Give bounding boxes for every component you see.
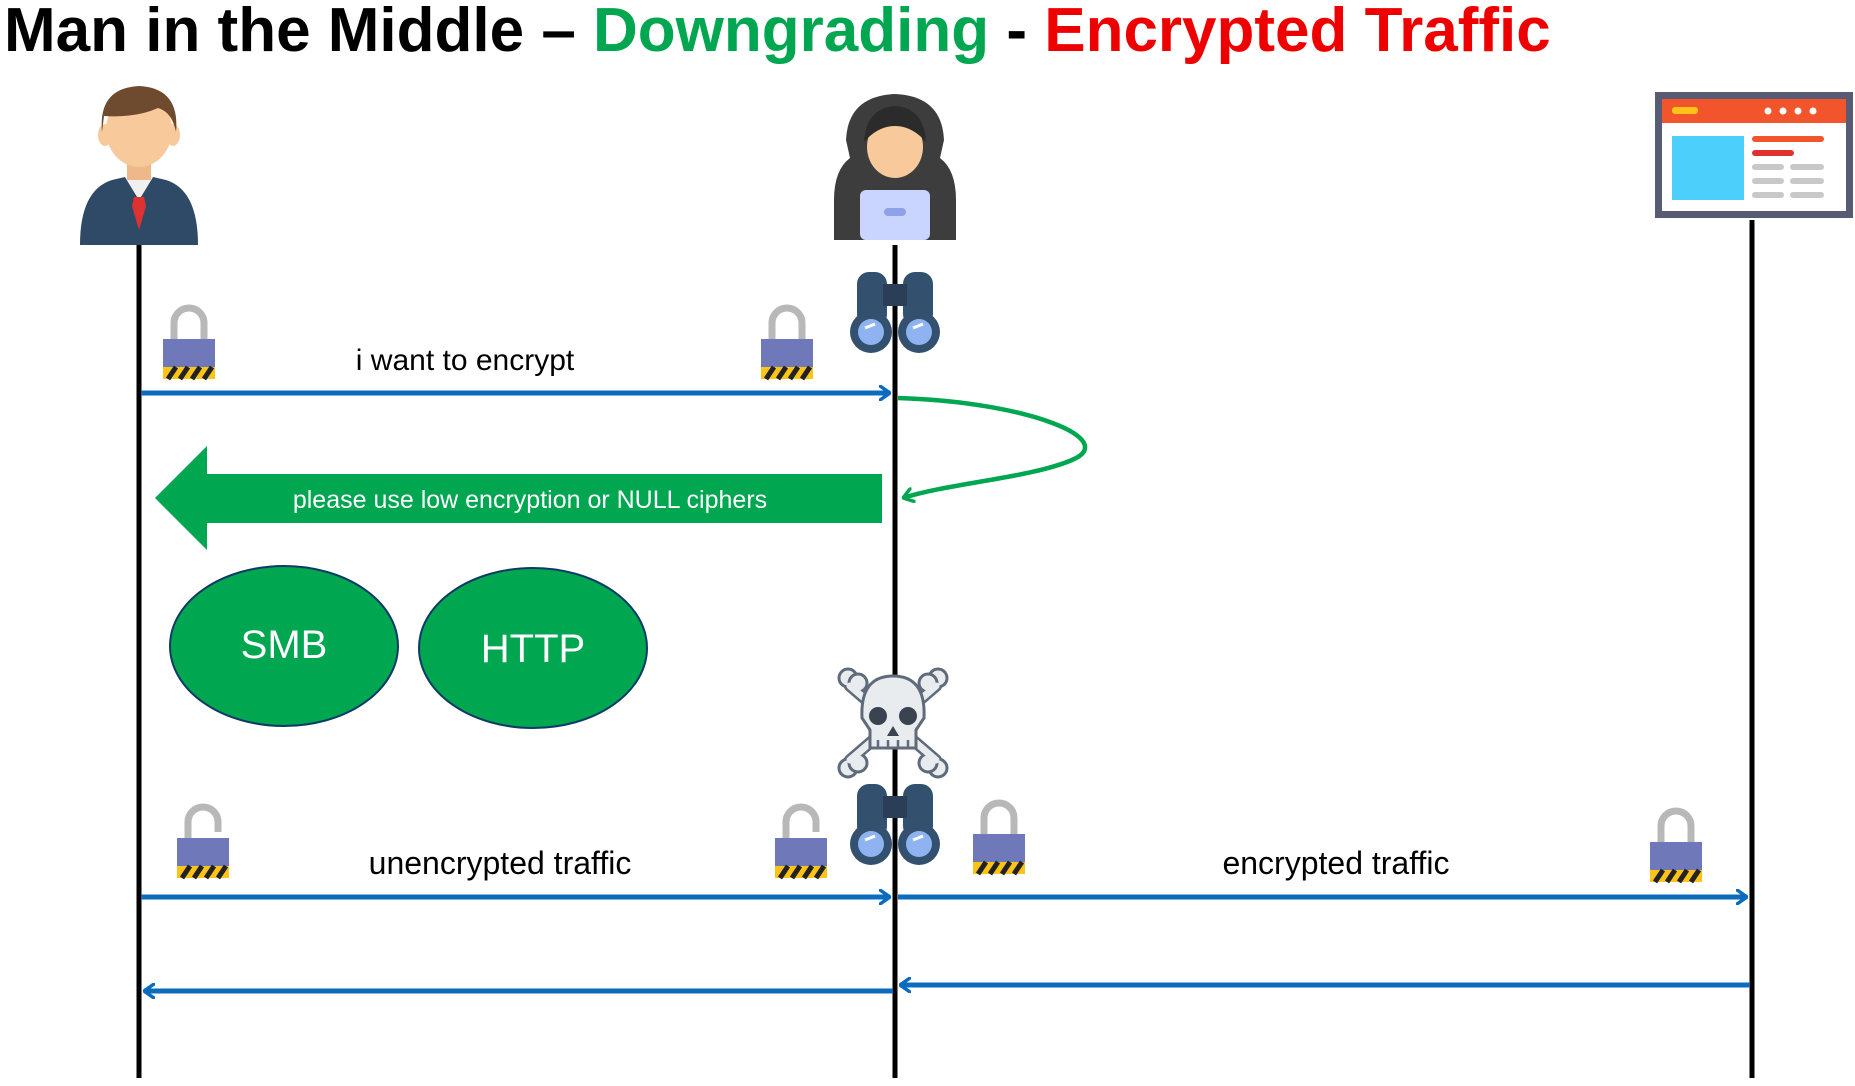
downgrade-message-label: please use low encryption or NULL cipher… <box>293 486 767 514</box>
open-lock-icon <box>775 807 827 878</box>
smb-label: SMB <box>241 623 328 667</box>
downgrade-loop-arrow <box>897 395 1088 498</box>
lock-icon <box>761 308 813 379</box>
http-protocol-badge: HTTP <box>418 567 648 729</box>
http-label: HTTP <box>481 627 585 671</box>
lock-icon <box>1650 811 1702 882</box>
hooded-hacker-icon <box>834 94 956 240</box>
web-page-icon <box>1655 92 1853 218</box>
person-icon <box>80 86 198 245</box>
lock-icon <box>163 308 215 379</box>
unencrypted-traffic-label: unencrypted traffic <box>369 845 632 881</box>
smb-protocol-badge: SMB <box>169 565 399 727</box>
sequence-diagram: i want to encrypt please use low encrypt… <box>80 86 1853 1078</box>
encrypted-traffic-label: encrypted traffic <box>1222 845 1449 881</box>
downgrade-arrow: please use low encryption or NULL cipher… <box>155 446 882 550</box>
lock-icon <box>973 803 1025 874</box>
open-lock-icon <box>177 807 229 878</box>
message-encrypt-request-label: i want to encrypt <box>356 344 575 377</box>
